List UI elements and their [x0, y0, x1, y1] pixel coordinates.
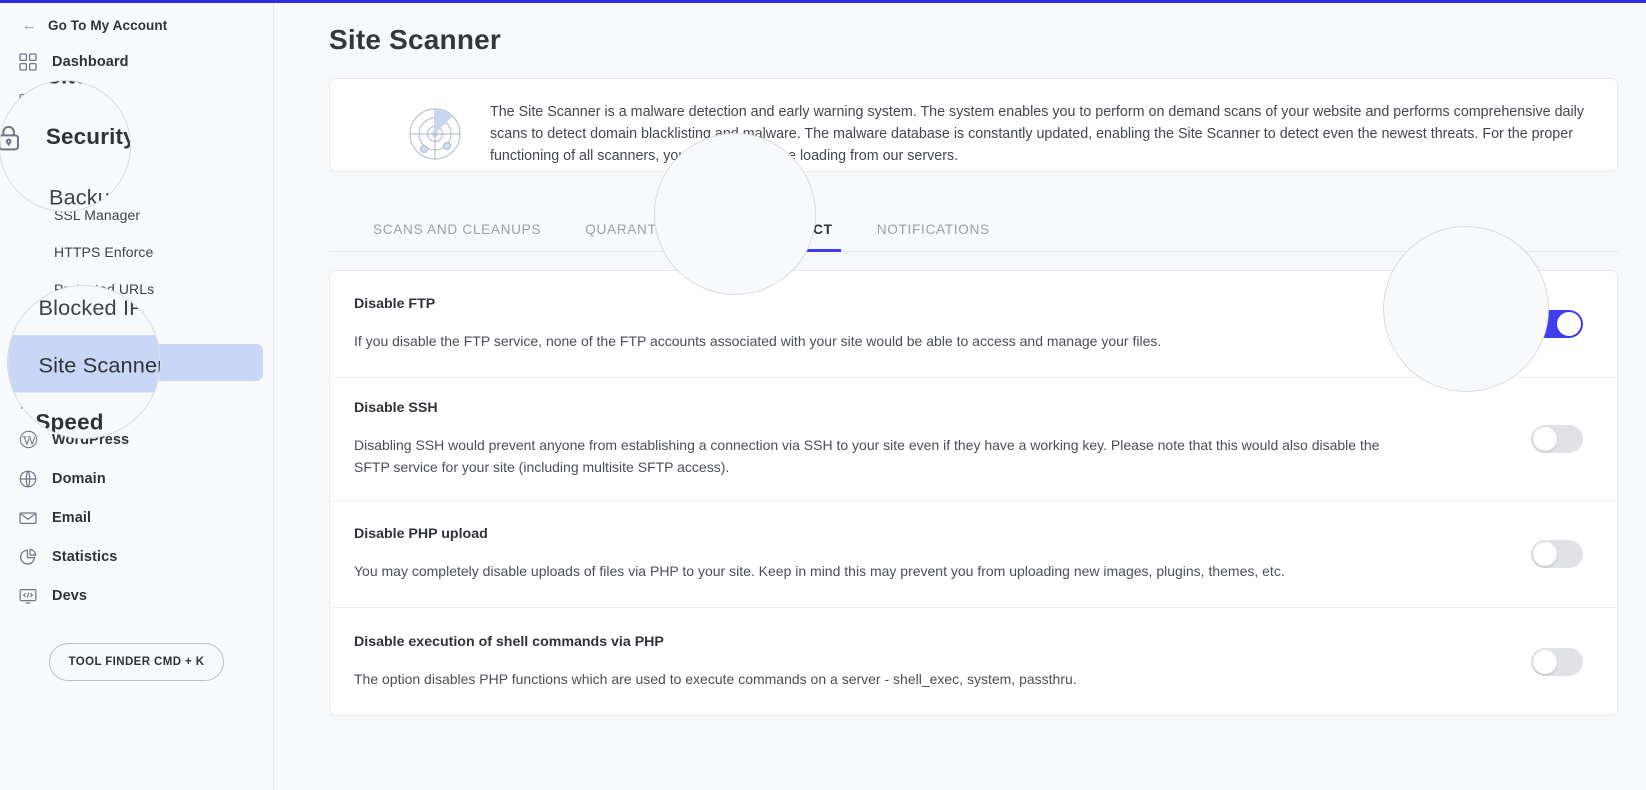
- site-protect-settings-list: Disable FTP If you disable the FTP servi…: [329, 270, 1618, 716]
- setting-title: Disable PHP upload: [354, 526, 488, 542]
- toggle-disable-php-upload[interactable]: [1531, 540, 1583, 568]
- info-description: The Site Scanner is a malware detection …: [490, 104, 1584, 164]
- tab-quarantine[interactable]: QUARANTINE: [563, 222, 703, 251]
- sidebar-item-label: Speed: [52, 392, 97, 409]
- sidebar-item-label: Devs: [52, 587, 88, 604]
- toggle-knob: [1533, 427, 1557, 451]
- radar-scanner-icon: [402, 101, 468, 167]
- sidebar-item-label: WordPress: [52, 431, 130, 448]
- arrow-left-icon: ←: [22, 16, 37, 34]
- sidebar-item-label: SSL Manager: [54, 206, 141, 223]
- sidebar-item-security[interactable]: Security: [0, 120, 273, 159]
- globe-icon: [18, 469, 38, 489]
- toggle-knob: [1557, 312, 1581, 336]
- lock-icon: [18, 130, 38, 150]
- pie-chart-icon: [18, 547, 38, 567]
- toggle-knob: [1533, 542, 1557, 566]
- toggle-knob: [1533, 649, 1557, 674]
- page-title: Site Scanner: [329, 24, 502, 55]
- grid-icon: [18, 52, 38, 72]
- sidebar-item-label: Site: [52, 92, 79, 109]
- setting-description: You may completely disable uploads of fi…: [354, 563, 1285, 579]
- sidebar-item-backups[interactable]: Backups: [0, 159, 273, 196]
- sidebar-item-label: Protected URLs: [54, 280, 155, 297]
- sidebar-item-statistics[interactable]: Statistics: [0, 537, 273, 576]
- setting-description: If you disable the FTP service, none of …: [354, 333, 1162, 349]
- back-to-account-label: Go To My Account: [48, 17, 168, 33]
- sidebar-item-ssl-manager[interactable]: SSL Manager: [0, 196, 273, 233]
- setting-body: Disable FTP If you disable the FTP servi…: [354, 296, 1531, 352]
- info-card: The Site Scanner is a malware detection …: [329, 78, 1618, 172]
- sidebar-item-site[interactable]: Site: [0, 81, 273, 120]
- sidebar-item-label: Blocked IPs: [54, 317, 130, 334]
- toggle-disable-shell-commands[interactable]: [1531, 647, 1583, 676]
- sidebar-item-speed[interactable]: Speed: [0, 381, 273, 420]
- code-icon: [18, 586, 38, 606]
- setting-title: Disable SSH: [354, 400, 438, 416]
- tab-notifications[interactable]: NOTIFICATIONS: [855, 222, 1012, 251]
- setting-row-disable-ftp: Disable FTP If you disable the FTP servi…: [330, 271, 1617, 378]
- setting-description: The option disables PHP functions which …: [354, 670, 1077, 687]
- setting-body: Disable execution of shell commands via …: [354, 634, 1531, 690]
- app-root: ← Go To My Account Dashboard Site: [0, 0, 1646, 790]
- site-icon: [18, 91, 38, 111]
- sidebar-item-label: Email: [52, 509, 92, 526]
- toggle-disable-ssh[interactable]: [1531, 425, 1583, 453]
- sidebar-item-label: Statistics: [52, 548, 118, 565]
- tab-scans-and-cleanups[interactable]: SCANS AND CLEANUPS: [351, 222, 563, 251]
- sidebar-item-devs[interactable]: Devs: [0, 576, 273, 615]
- setting-row-disable-shell-commands: Disable execution of shell commands via …: [330, 608, 1617, 715]
- rocket-icon: [18, 391, 38, 411]
- setting-title: Disable FTP: [354, 296, 436, 312]
- setting-title: Disable execution of shell commands via …: [354, 633, 664, 650]
- envelope-icon: [18, 508, 38, 528]
- tab-site-protect[interactable]: SITE PROTECT: [703, 222, 854, 252]
- setting-row-disable-php-upload: Disable PHP upload You may completely di…: [330, 501, 1617, 608]
- sidebar-item-label: Dashboard: [52, 53, 129, 70]
- sidebar-item-dashboard[interactable]: Dashboard: [0, 42, 273, 81]
- setting-body: Disable PHP upload You may completely di…: [354, 526, 1531, 582]
- sidebar-item-label: HTTPS Enforce: [54, 243, 154, 260]
- sidebar-item-email[interactable]: Email: [0, 498, 273, 537]
- sidebar-item-label: Security: [52, 131, 111, 148]
- sidebar-item-site-scanner[interactable]: Site Scanner: [10, 344, 263, 381]
- tabs-bar: SCANS AND CLEANUPS QUARANTINE SITE PROTE…: [329, 200, 1618, 252]
- sidebar-item-https-enforce[interactable]: HTTPS Enforce: [0, 233, 273, 270]
- setting-description: Disabling SSH would prevent anyone from …: [354, 437, 1380, 475]
- tool-finder-button[interactable]: TOOL FINDER CMD + K: [49, 643, 224, 681]
- wordpress-icon: [18, 430, 38, 450]
- toggle-disable-ftp[interactable]: [1531, 310, 1583, 338]
- tool-finder-label: TOOL FINDER CMD + K: [68, 656, 205, 668]
- setting-row-disable-ssh: Disable SSH Disabling SSH would prevent …: [330, 378, 1617, 501]
- sidebar-item-wordpress[interactable]: WordPress: [0, 420, 273, 459]
- setting-body: Disable SSH Disabling SSH would prevent …: [354, 400, 1531, 478]
- back-to-account-link[interactable]: ← Go To My Account: [0, 8, 273, 42]
- sidebar-item-blocked-ips[interactable]: Blocked IPs: [0, 307, 273, 344]
- sidebar-item-label: Domain: [52, 470, 106, 487]
- sidebar: ← Go To My Account Dashboard Site: [0, 0, 274, 790]
- sidebar-item-label: Backups: [54, 169, 109, 186]
- sidebar-item-domain[interactable]: Domain: [0, 459, 273, 498]
- top-accent-bar: [0, 0, 1646, 3]
- main-content: Site Scanner The Site Scanner is a malwa…: [274, 0, 1646, 790]
- sidebar-item-protected-urls[interactable]: Protected URLs: [0, 270, 273, 307]
- sidebar-item-label: Site Scanner: [54, 354, 136, 371]
